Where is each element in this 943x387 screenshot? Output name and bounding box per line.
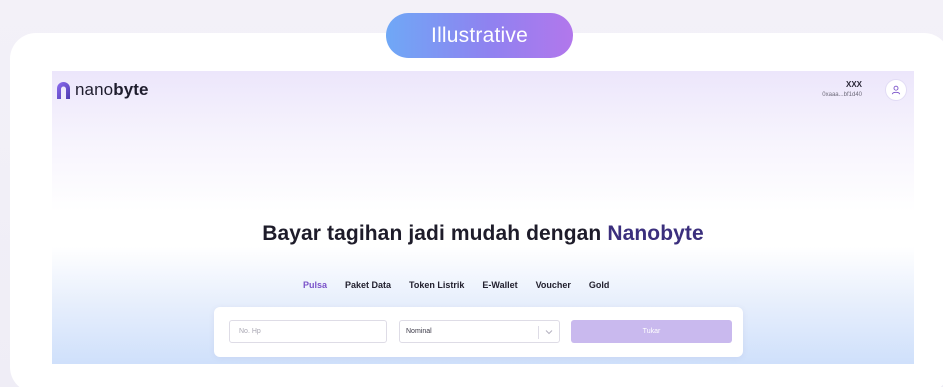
illustrative-badge-label: Illustrative xyxy=(431,23,528,47)
tab-voucher[interactable]: Voucher xyxy=(536,280,571,290)
logo-suffix: byte xyxy=(113,80,149,99)
user-info[interactable]: XXX 0xaaa...bf1d40 xyxy=(822,80,862,99)
tab-gold[interactable]: Gold xyxy=(589,280,610,290)
payment-form: Nominal Tukar xyxy=(214,307,743,357)
nanobyte-logo-icon xyxy=(57,81,70,99)
hero-headline: Bayar tagihan jadi mudah dengan Nanobyte xyxy=(52,222,914,246)
tab-pulsa[interactable]: Pulsa xyxy=(303,280,327,290)
logo-prefix: nano xyxy=(75,80,114,99)
avatar-button[interactable] xyxy=(885,79,907,101)
app-window: nanobyte XXX 0xaaa...bf1d40 Bayar tagiha… xyxy=(52,71,914,364)
hero-headline-brand: Nanobyte xyxy=(607,222,704,245)
nominal-select-label: Nominal xyxy=(406,328,432,335)
tab-token-listrik[interactable]: Token Listrik xyxy=(409,280,464,290)
user-name: XXX xyxy=(845,80,862,89)
illustrative-badge: Illustrative xyxy=(386,13,573,58)
logo-text: nanobyte xyxy=(75,80,149,100)
chevron-down-icon xyxy=(545,330,553,335)
phone-number-input[interactable] xyxy=(229,320,387,343)
service-tabs: Pulsa Paket Data Token Listrik E-Wallet Vouc… xyxy=(303,280,627,290)
tab-e-wallet[interactable]: E-Wallet xyxy=(482,280,517,290)
logo[interactable]: nanobyte xyxy=(56,80,149,100)
select-divider xyxy=(538,326,539,339)
wallet-address: 0xaaa...bf1d40 xyxy=(822,92,862,98)
tukar-button[interactable]: Tukar xyxy=(571,320,732,343)
nominal-select[interactable]: Nominal xyxy=(399,320,560,343)
tab-paket-data[interactable]: Paket Data xyxy=(345,280,391,290)
user-icon xyxy=(891,85,901,95)
hero-headline-text: Bayar tagihan jadi mudah dengan xyxy=(262,222,608,245)
